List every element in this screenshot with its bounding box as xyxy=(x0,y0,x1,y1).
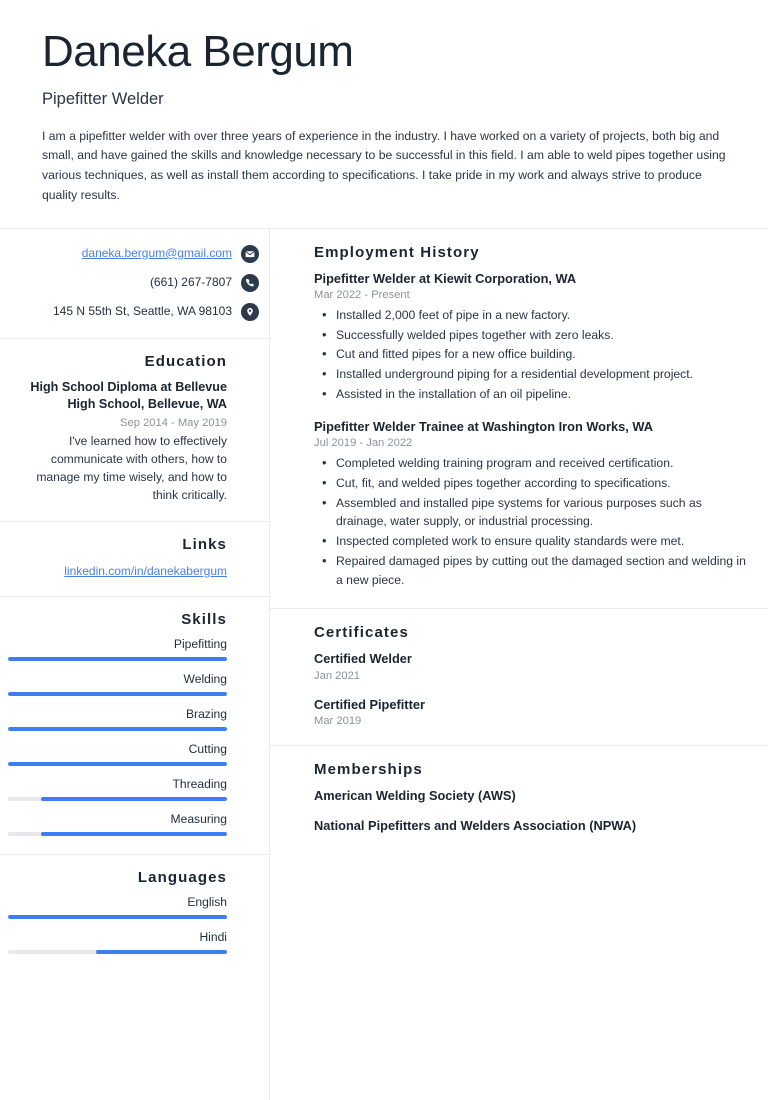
resume-header: Daneka Bergum Pipefitter Welder I am a p… xyxy=(0,0,768,228)
resume-page: Daneka Bergum Pipefitter Welder I am a p… xyxy=(0,0,768,1100)
skill-bar-fill xyxy=(40,831,227,836)
bullet-item: Inspected completed work to ensure quali… xyxy=(322,531,748,551)
resume-body: daneka.bergum@gmail.com (661) 267-7807 1… xyxy=(0,228,768,1100)
language-label: English xyxy=(187,894,227,909)
links-heading: Links xyxy=(182,535,227,553)
address-value: 145 N 55th St, Seattle, WA 98103 xyxy=(52,303,232,318)
phone-value: (661) 267-7807 xyxy=(149,274,232,289)
job-title: Pipefitter Welder xyxy=(42,89,164,108)
education-degree: High School Diploma at Bellevue High Sch… xyxy=(30,379,227,412)
location-pin-icon xyxy=(241,302,259,321)
bullet-item: Assisted in the installation of an oil p… xyxy=(322,384,748,404)
bullet-item: Cut, fit, and welded pipes together acco… xyxy=(322,473,748,493)
certificate-title: Certified Pipefitter xyxy=(314,696,425,712)
skill-bar-track xyxy=(8,691,227,696)
skill-label: Pipefitting xyxy=(173,636,227,651)
bullet-item: Successfully welded pipes together with … xyxy=(322,325,748,345)
links-block: Links linkedin.com/in/danekabergum xyxy=(0,522,269,597)
bullet-item: Cut and fitted pipes for a new office bu… xyxy=(322,344,748,364)
bullet-item: Assembled and installed pipe systems for… xyxy=(322,493,748,532)
skill-bar-track xyxy=(8,796,227,801)
languages-block: Languages English Hindi xyxy=(0,855,269,972)
skill-bar-fill xyxy=(8,726,227,731)
employment-title: Pipefitter Welder at Kiewit Corporation,… xyxy=(314,270,577,286)
certificate-dates: Jan 2021 xyxy=(314,669,361,682)
membership-entry: National Pipefitters and Welders Associa… xyxy=(314,818,637,834)
bullet-item: Completed welding training program and r… xyxy=(322,453,748,473)
education-entry: High School Diploma at Bellevue High Sch… xyxy=(8,379,227,505)
contact-block: daneka.bergum@gmail.com (661) 267-7807 1… xyxy=(0,229,269,339)
education-heading: Education xyxy=(144,352,227,370)
skill-bar-fill xyxy=(8,691,227,696)
employment-bullets: Completed welding training program and r… xyxy=(314,453,748,590)
skill-label: Measuring xyxy=(170,811,227,826)
phone-icon xyxy=(241,273,259,292)
education-dates: Sep 2014 - May 2019 xyxy=(120,417,227,430)
skill-bar-track xyxy=(8,656,227,661)
certificate-entry: Certified Pipefitter Mar 2019 xyxy=(314,696,748,727)
skill-item: Welding xyxy=(8,672,227,696)
skill-bar-track xyxy=(8,726,227,731)
language-bar-track xyxy=(8,914,227,919)
language-bar-fill xyxy=(95,949,227,954)
skill-item: Threading xyxy=(8,777,227,801)
skill-bar-fill xyxy=(8,761,227,766)
skills-block: Skills Pipefitting Welding Brazing Cutti… xyxy=(0,597,269,855)
languages-heading: Languages xyxy=(137,868,227,886)
email-value[interactable]: daneka.bergum@gmail.com xyxy=(82,246,232,262)
page-title: Daneka Bergum xyxy=(42,27,354,76)
employment-dates: Jul 2019 - Jan 2022 xyxy=(314,437,413,450)
languages-list: English Hindi xyxy=(8,895,227,954)
certificates-heading: Certificates xyxy=(314,624,409,642)
main-content: Employment History Pipefitter Welder at … xyxy=(270,229,768,1100)
skills-heading: Skills xyxy=(181,610,227,628)
employment-entry: Pipefitter Welder Trainee at Washington … xyxy=(314,418,748,590)
skill-bar-track xyxy=(8,761,227,766)
employment-entry: Pipefitter Welder at Kiewit Corporation,… xyxy=(314,270,748,404)
membership-entry: American Welding Society (AWS) xyxy=(314,788,516,804)
link-item-linkedin[interactable]: linkedin.com/in/danekabergum xyxy=(64,564,227,578)
language-bar-fill xyxy=(8,914,227,919)
skill-label: Cutting xyxy=(188,741,227,756)
contact-row-email[interactable]: daneka.bergum@gmail.com xyxy=(8,244,259,263)
employment-title: Pipefitter Welder Trainee at Washington … xyxy=(314,418,653,434)
education-description: I've learned how to effectively communic… xyxy=(36,434,227,502)
certificate-title: Certified Welder xyxy=(314,651,412,667)
skill-item: Cutting xyxy=(8,742,227,766)
employment-dates: Mar 2022 - Present xyxy=(314,288,410,301)
employment-history-heading: Employment History xyxy=(314,243,480,261)
skill-item: Measuring xyxy=(8,812,227,836)
skill-label: Brazing xyxy=(185,706,227,721)
certificate-dates: Mar 2019 xyxy=(314,715,362,728)
skills-list: Pipefitting Welding Brazing Cutting Thre… xyxy=(8,637,227,836)
skill-bar-track xyxy=(8,831,227,836)
language-item: Hindi xyxy=(8,930,227,954)
employment-history-block: Employment History Pipefitter Welder at … xyxy=(270,229,768,610)
certificate-entry: Certified Welder Jan 2021 xyxy=(314,650,748,681)
education-block: Education High School Diploma at Bellevu… xyxy=(0,339,269,522)
skill-bar-fill xyxy=(40,796,227,801)
skill-label: Welding xyxy=(183,671,227,686)
employment-bullets: Installed 2,000 feet of pipe in a new fa… xyxy=(314,305,748,404)
skill-bar-fill xyxy=(8,656,227,661)
memberships-block: Memberships American Welding Society (AW… xyxy=(270,746,768,853)
certificates-block: Certificates Certified Welder Jan 2021 C… xyxy=(270,609,768,747)
envelope-icon xyxy=(241,244,259,263)
bullet-item: Installed 2,000 feet of pipe in a new fa… xyxy=(322,305,748,325)
sidebar: daneka.bergum@gmail.com (661) 267-7807 1… xyxy=(0,228,270,1100)
skill-label: Threading xyxy=(172,776,227,791)
language-item: English xyxy=(8,895,227,919)
bullet-item: Installed underground piping for a resid… xyxy=(322,364,748,384)
language-label: Hindi xyxy=(199,929,227,944)
bullet-item: Repaired damaged pipes by cutting out th… xyxy=(322,551,748,590)
skill-item: Brazing xyxy=(8,707,227,731)
contact-row-phone[interactable]: (661) 267-7807 xyxy=(8,273,259,292)
professional-summary: I am a pipefitter welder with over three… xyxy=(42,128,726,202)
contact-row-address: 145 N 55th St, Seattle, WA 98103 xyxy=(8,302,259,321)
language-bar-track xyxy=(8,949,227,954)
memberships-heading: Memberships xyxy=(314,761,423,779)
skill-item: Pipefitting xyxy=(8,637,227,661)
